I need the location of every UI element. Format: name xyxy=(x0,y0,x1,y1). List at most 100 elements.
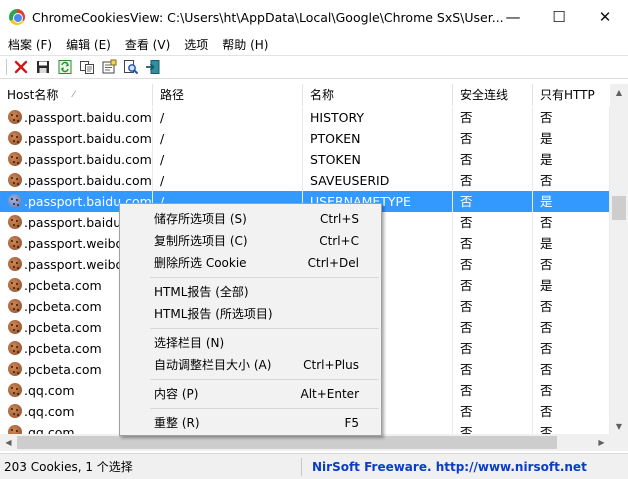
menu-item-shortcut: Alt+Enter xyxy=(300,387,359,401)
menu-options[interactable]: 选项 xyxy=(177,36,215,53)
scroll-right-icon[interactable]: ▶ xyxy=(593,434,610,451)
menu-edit[interactable]: 编辑 (E) xyxy=(59,36,118,53)
menu-help[interactable]: 帮助 (H) xyxy=(215,36,275,53)
cell-secure: 否 xyxy=(453,128,533,149)
toolbar xyxy=(0,55,628,79)
refresh-button[interactable] xyxy=(54,57,76,77)
ctx-properties[interactable]: 内容 (P) Alt+Enter xyxy=(120,383,381,405)
cookie-icon xyxy=(8,236,22,250)
column-header-host[interactable]: Host名称 ⁄ xyxy=(0,84,153,106)
column-header-label: Host名称 xyxy=(7,88,59,102)
horizontal-scrollbar[interactable]: ◀ ▶ xyxy=(0,434,610,451)
cell-http-only: 否 xyxy=(533,338,610,359)
exit-button[interactable] xyxy=(142,57,164,77)
menu-item-shortcut: Ctrl+S xyxy=(319,212,359,226)
cookie-icon xyxy=(8,215,22,229)
cell-secure: 否 xyxy=(453,212,533,233)
table-row[interactable]: .passport.baidu.com / HISTORY 否否 xyxy=(0,107,610,128)
window-title: ChromeCookiesView: C:\Users\ht\AppData\L… xyxy=(32,9,504,25)
ctx-html-report-all[interactable]: HTML报告 (全部) xyxy=(120,281,381,303)
cell-http-only: 否 xyxy=(533,107,610,128)
table-row[interactable]: .passport.baidu.com / PTOKEN 否是 xyxy=(0,128,610,149)
context-menu: 储存所选项目 (S) Ctrl+S 复制所选项目 (C) Ctrl+C 删除所选 Coo… xyxy=(119,203,382,436)
column-header-secure[interactable]: 安全连线 xyxy=(453,84,533,106)
table-row[interactable]: .passport.baidu.com / STOKEN 否是 xyxy=(0,149,610,170)
menu-item-label: HTML报告 (全部) xyxy=(154,285,249,299)
menu-item-label: 储存所选项目 (S) xyxy=(154,212,247,226)
scrollbar-corner xyxy=(610,434,628,451)
cell-host: .passport.baidu.com xyxy=(0,149,153,170)
menu-file[interactable]: 档案 (F) xyxy=(0,36,59,53)
properties-icon xyxy=(102,59,117,74)
ctx-html-report-selected[interactable]: HTML报告 (所选项目) xyxy=(120,303,381,325)
cell-name: PTOKEN xyxy=(303,128,453,149)
cell-http-only: 是 xyxy=(533,191,610,212)
cookie-icon xyxy=(8,194,22,208)
cell-http-only: 否 xyxy=(533,170,610,191)
cookie-icon xyxy=(8,173,22,187)
cell-secure: 否 xyxy=(453,254,533,275)
cell-http-only: 是 xyxy=(533,149,610,170)
cookie-icon xyxy=(8,110,22,124)
cell-host: .passport.baidu.com xyxy=(0,107,153,128)
host-text: .pcbeta.com xyxy=(24,278,102,293)
nirsoft-link[interactable]: NirSoft Freeware. http://www.nirsoft.net xyxy=(302,460,587,474)
scroll-down-icon[interactable]: ▼ xyxy=(610,418,628,435)
vertical-scrollbar[interactable]: ▲ ▼ xyxy=(610,84,628,435)
menu-item-label: 重整 (R) xyxy=(154,416,200,430)
column-header-path[interactable]: 路径 xyxy=(153,84,303,106)
list-header: Host名称 ⁄ 路径 名称 安全连线 只有HTTP xyxy=(0,84,628,106)
vertical-scroll-thumb[interactable] xyxy=(612,196,626,220)
save-button[interactable] xyxy=(32,57,54,77)
menu-item-shortcut: Ctrl+Del xyxy=(307,256,359,270)
host-text: .qq.com xyxy=(24,383,75,398)
cell-http-only: 否 xyxy=(533,254,610,275)
cookie-icon xyxy=(8,320,22,334)
host-text: .passport.baidu.com xyxy=(24,110,152,125)
minimize-button[interactable]: — xyxy=(490,0,536,34)
save-icon xyxy=(37,61,49,73)
cookie-icon xyxy=(8,152,22,166)
host-text: .passport.baidu.com xyxy=(24,173,152,188)
ctx-copy-selected[interactable]: 复制所选项目 (C) Ctrl+C xyxy=(120,230,381,252)
scroll-left-icon[interactable]: ◀ xyxy=(0,434,17,451)
menu-separator xyxy=(150,277,379,278)
ctx-choose-columns[interactable]: 选择栏目 (N) xyxy=(120,332,381,354)
cell-secure: 否 xyxy=(453,296,533,317)
status-count: 203 Cookies, 1 个选择 xyxy=(0,457,302,476)
host-text: .passport.baidu.com xyxy=(24,131,152,146)
maximize-button[interactable]: ☐ xyxy=(536,0,582,34)
cell-http-only: 是 xyxy=(533,275,610,296)
copy-icon xyxy=(80,61,94,74)
cell-http-only: 否 xyxy=(533,212,610,233)
menu-separator xyxy=(150,379,379,380)
ctx-refresh[interactable]: 重整 (R) F5 xyxy=(120,412,381,434)
cell-path: / xyxy=(153,149,303,170)
table-row[interactable]: .passport.baidu.com / SAVEUSERID 否否 xyxy=(0,170,610,191)
host-text: .passport.weibo xyxy=(24,257,124,272)
column-header-name[interactable]: 名称 xyxy=(303,84,453,106)
cell-name: HISTORY xyxy=(303,107,453,128)
toolbar-separator xyxy=(6,59,7,75)
cell-secure: 否 xyxy=(453,359,533,380)
properties-button[interactable] xyxy=(98,57,120,77)
sort-indicator-icon: ⁄ xyxy=(73,90,75,100)
ctx-delete-cookie[interactable]: 删除所选 Cookie Ctrl+Del xyxy=(120,252,381,274)
copy-button[interactable] xyxy=(76,57,98,77)
delete-icon xyxy=(14,60,28,74)
delete-button[interactable] xyxy=(10,57,32,77)
menu-view[interactable]: 查看 (V) xyxy=(118,36,177,53)
horizontal-scroll-thumb[interactable] xyxy=(17,436,557,449)
ctx-save-selected[interactable]: 储存所选项目 (S) Ctrl+S xyxy=(120,208,381,230)
ctx-auto-size-columns[interactable]: 自动调整栏目大小 (A) Ctrl+Plus xyxy=(120,354,381,376)
cookie-icon xyxy=(8,299,22,313)
find-icon xyxy=(124,60,139,75)
cell-secure: 否 xyxy=(453,233,533,254)
find-button[interactable] xyxy=(120,57,142,77)
close-button[interactable]: ✕ xyxy=(582,0,628,34)
exit-icon xyxy=(146,60,160,74)
scroll-up-icon[interactable]: ▲ xyxy=(610,84,628,101)
menu-item-label: 复制所选项目 (C) xyxy=(154,234,248,248)
menu-item-label: 自动调整栏目大小 (A) xyxy=(154,358,272,372)
menu-bar: 档案 (F) 编辑 (E) 查看 (V) 选项 帮助 (H) xyxy=(0,34,628,54)
